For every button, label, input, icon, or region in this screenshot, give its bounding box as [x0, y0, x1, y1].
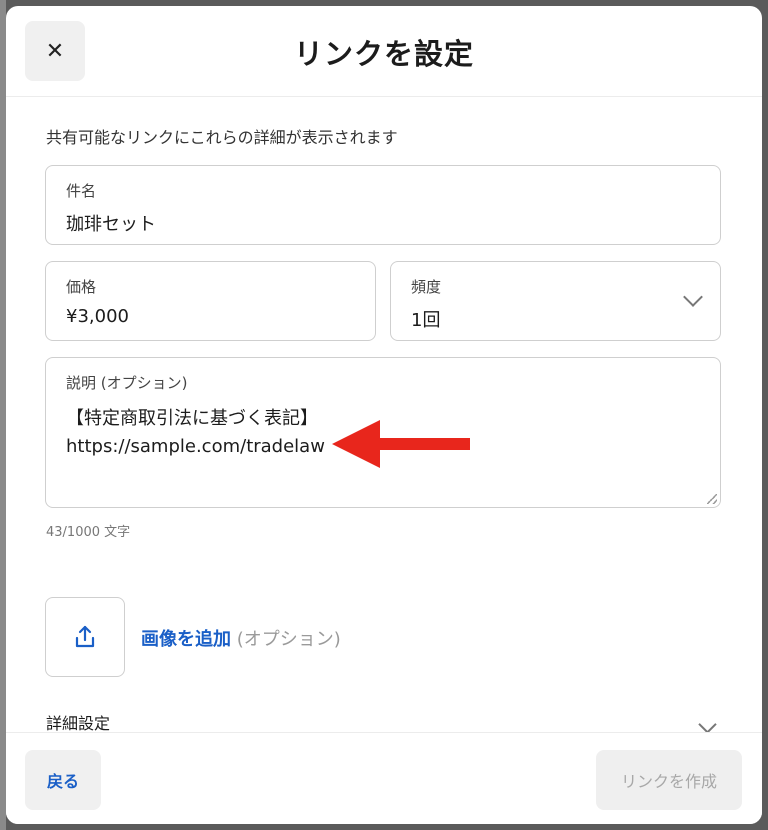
dialog-subtitle: 共有可能なリンクにこれらの詳細が表示されます [46, 128, 398, 147]
name-label: 件名 [66, 182, 97, 200]
frequency-label: 頻度 [411, 278, 442, 296]
link-settings-dialog: ✕ リンクを設定 共有可能なリンクにこれらの詳細が表示されます 件名 珈琲セット… [6, 6, 762, 824]
dialog-header: ✕ リンクを設定 [6, 6, 762, 97]
name-value[interactable]: 珈琲セット [66, 210, 156, 236]
description-label: 説明 (オプション) [66, 374, 188, 392]
character-count: 43/1000 文字 [46, 525, 131, 540]
upload-icon [75, 625, 95, 648]
add-image-optional: (オプション) [236, 629, 341, 650]
chevron-down-icon[interactable] [698, 715, 717, 734]
create-link-button[interactable]: リンクを作成 [596, 750, 742, 810]
price-value[interactable]: ¥3,000 [66, 306, 129, 327]
chevron-down-icon [683, 287, 703, 307]
frequency-select[interactable]: 頻度 1回 [390, 261, 721, 341]
dialog-title: リンクを設定 [293, 37, 474, 71]
price-label: 価格 [66, 278, 97, 296]
description-line[interactable]: 【特定商取引法に基づく表記】 [66, 404, 318, 430]
add-image-link[interactable]: 画像を追加 [141, 629, 231, 650]
frequency-value[interactable]: 1回 [411, 306, 440, 332]
name-field[interactable]: 件名 珈琲セット [45, 165, 721, 245]
advanced-settings-toggle[interactable]: 詳細設定 [46, 710, 110, 734]
annotation-arrow-icon [332, 420, 470, 468]
image-upload-button[interactable] [45, 597, 125, 677]
back-button[interactable]: 戻る [25, 750, 101, 810]
resize-handle[interactable] [707, 494, 717, 504]
price-field[interactable]: 価格 ¥3,000 [45, 261, 376, 341]
dialog-footer: 戻る リンクを作成 [6, 732, 762, 824]
description-line[interactable]: https://sample.com/tradelaw [66, 436, 325, 457]
add-image-row: 画像を追加 (オプション) [141, 625, 341, 651]
